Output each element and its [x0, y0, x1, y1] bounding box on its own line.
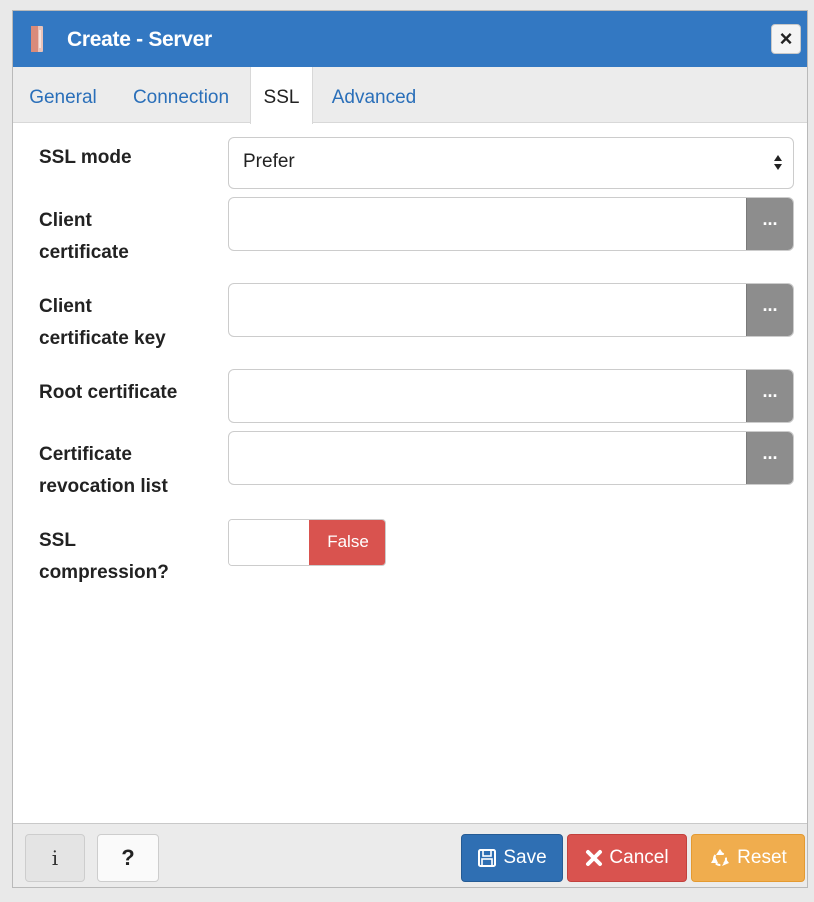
floppy-disk-icon: [477, 848, 497, 868]
client-certificate-key-label-line1: Client: [39, 296, 92, 317]
crl-label-line2: revocation list: [39, 476, 168, 497]
info-icon: i: [51, 846, 59, 870]
ssl-mode-select[interactable]: Prefer: [228, 137, 794, 189]
x-icon: [585, 849, 603, 867]
root-certificate-label: Root certificate: [39, 382, 178, 403]
save-label: Save: [503, 847, 547, 868]
close-icon: ×: [779, 26, 793, 51]
client-certificate-key-label: Client certificate key: [39, 291, 166, 355]
save-button[interactable]: Save: [461, 834, 563, 882]
crl-input[interactable]: [229, 432, 747, 484]
ssl-mode-value: Prefer: [243, 151, 295, 172]
tab-bar: General Connection SSL Advanced: [13, 67, 807, 124]
client-certificate-label-line2: certificate: [39, 242, 129, 263]
ssl-compression-label: SSL compression?: [39, 525, 169, 589]
toggle-handle[interactable]: [229, 520, 309, 565]
select-arrows-icon: [773, 150, 783, 174]
crl-browse-button[interactable]: ···: [746, 432, 793, 484]
dialog-footer: i ? Save Cancel Reset: [13, 823, 807, 887]
client-certificate-key-label-line2: certificate key: [39, 328, 166, 349]
info-button[interactable]: i: [25, 834, 85, 882]
ssl-compression-label-line2: compression?: [39, 562, 169, 583]
client-certificate-input[interactable]: [229, 198, 747, 250]
dialog-titlebar[interactable]: Create - Server ×: [13, 11, 807, 67]
help-icon: ?: [121, 845, 135, 870]
client-certificate-browse-button[interactable]: ···: [746, 198, 793, 250]
create-server-dialog: Create - Server × General Connection SSL…: [12, 10, 808, 888]
client-certificate-key-input[interactable]: [229, 284, 747, 336]
close-button[interactable]: ×: [771, 24, 801, 54]
cancel-button[interactable]: Cancel: [567, 834, 687, 882]
recycle-icon: [709, 847, 731, 869]
root-certificate-input[interactable]: [229, 370, 747, 422]
client-certificate-key-browse-button[interactable]: ···: [746, 284, 793, 336]
help-button[interactable]: ?: [97, 834, 159, 882]
cancel-label: Cancel: [609, 847, 669, 868]
reset-button[interactable]: Reset: [691, 834, 805, 882]
server-icon: [31, 26, 43, 52]
tab-connection[interactable]: Connection: [117, 67, 245, 123]
root-certificate-field: ···: [228, 369, 794, 423]
crl-field: ···: [228, 431, 794, 485]
client-certificate-label: Client certificate: [39, 205, 129, 269]
dialog-title: Create - Server: [67, 28, 212, 51]
reset-label: Reset: [737, 847, 787, 868]
tab-ssl[interactable]: SSL: [250, 67, 313, 124]
ssl-compression-label-line1: SSL: [39, 530, 76, 551]
client-certificate-label-line1: Client: [39, 210, 92, 231]
crl-label-line1: Certificate: [39, 444, 132, 465]
tab-advanced[interactable]: Advanced: [319, 67, 429, 123]
ssl-compression-toggle[interactable]: False: [228, 519, 386, 566]
client-certificate-key-field: ···: [228, 283, 794, 337]
root-certificate-browse-button[interactable]: ···: [746, 370, 793, 422]
client-certificate-field: ···: [228, 197, 794, 251]
ssl-mode-label: SSL mode: [39, 147, 132, 168]
tab-general[interactable]: General: [13, 67, 113, 123]
crl-label: Certificate revocation list: [39, 439, 168, 503]
toggle-false-label: False: [309, 520, 385, 565]
